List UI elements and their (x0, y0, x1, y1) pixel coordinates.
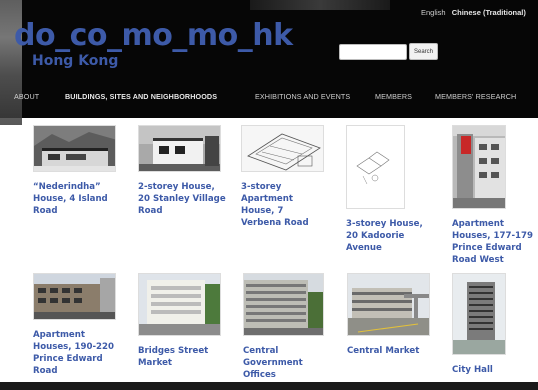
building-photo[interactable] (243, 273, 324, 336)
building-photo[interactable] (346, 125, 405, 209)
language-chinese-link[interactable]: Chinese (Traditional) (452, 8, 526, 17)
main-nav: About Buildings, Sites and Neighborhoods… (0, 92, 538, 102)
nav-exhibitions[interactable]: Exhibitions and Events (255, 92, 350, 101)
background-photo (250, 0, 390, 10)
nav-buildings[interactable]: Buildings, Sites and Neighborhoods (65, 92, 217, 101)
building-name[interactable]: 3-storey Apartment House, 7 Verbena Road (241, 181, 319, 229)
building-name[interactable]: 2-storey House, 20 Stanley Village Road (138, 181, 226, 217)
building-photo[interactable] (452, 125, 506, 209)
language-switcher: English Chinese (Traditional) (421, 8, 526, 17)
nav-about[interactable]: About (14, 92, 39, 101)
nav-members[interactable]: Members (375, 92, 412, 101)
building-name[interactable]: 3-storey House, 20 Kadoorie Avenue (346, 218, 436, 254)
building-name[interactable]: “Nederindha” House, 4 Island Road (33, 181, 123, 217)
footer-strip (0, 382, 538, 390)
building-name[interactable]: City Hall (452, 364, 532, 376)
building-name[interactable]: Apartment Houses, 190-220 Prince Edward … (33, 329, 121, 377)
site-logo-subtitle[interactable]: Hong Kong (32, 53, 118, 69)
nav-members-research[interactable]: Members' Research (435, 92, 516, 101)
building-name[interactable]: Bridges Street Market (138, 345, 226, 369)
building-photo[interactable] (241, 125, 324, 172)
site-logo[interactable]: do_co_mo_mo_hk (14, 18, 293, 53)
building-photo[interactable] (138, 125, 221, 172)
search-input[interactable] (339, 44, 407, 60)
building-photo[interactable] (452, 273, 506, 355)
building-photo[interactable] (33, 125, 116, 172)
search-button[interactable]: Search (409, 43, 438, 60)
building-photo[interactable] (33, 273, 116, 320)
building-name[interactable]: Central Market (347, 345, 435, 357)
language-english-link[interactable]: English (421, 8, 446, 17)
building-name[interactable]: Central Government Offices (243, 345, 321, 381)
building-name[interactable]: Apartment Houses, 177-179 Prince Edward … (452, 218, 538, 266)
building-photo[interactable] (347, 273, 430, 336)
building-photo[interactable] (138, 273, 221, 336)
